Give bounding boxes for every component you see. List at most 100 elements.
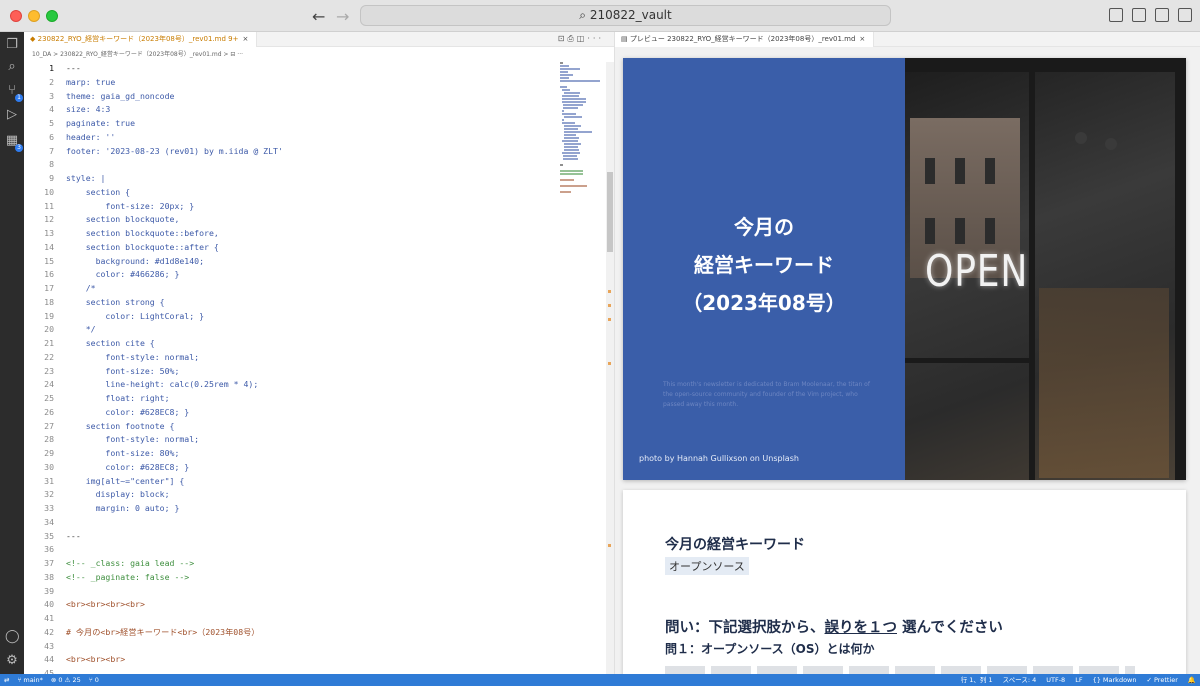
- code-text[interactable]: <!-- _class: gaia lead -->: [66, 557, 194, 571]
- code-line[interactable]: 35 ---: [24, 530, 559, 544]
- code-area[interactable]: 1 --- 2 marp: true 3 theme: gaia_gd_noncode 4 s…: [24, 62, 559, 681]
- back-arrow-icon[interactable]: ←: [312, 7, 325, 26]
- extensions-icon[interactable]: ▦ 3: [5, 134, 23, 152]
- editor-scrollbar[interactable]: [606, 62, 614, 674]
- minimize-window-button[interactable]: [28, 10, 40, 22]
- code-text[interactable]: marp: true: [66, 76, 115, 90]
- code-text[interactable]: color: #628EC8; }: [66, 461, 189, 475]
- code-text[interactable]: footer: '2023-08-23 (rev01) by m.iida @ …: [66, 145, 283, 159]
- code-line[interactable]: 1 ---: [24, 62, 559, 76]
- code-text[interactable]: font-style: normal;: [66, 433, 199, 447]
- run-debug-icon[interactable]: ▷: [5, 108, 19, 122]
- close-preview-tab-icon[interactable]: ×: [859, 35, 865, 43]
- code-line[interactable]: 14 section blockquote::after {: [24, 241, 559, 255]
- code-text[interactable]: <br><br><br><br>: [66, 598, 145, 612]
- code-line[interactable]: 34: [24, 516, 559, 530]
- search-icon[interactable]: ⌕: [5, 60, 19, 74]
- code-line[interactable]: 16 color: #466286; }: [24, 268, 559, 282]
- code-line[interactable]: 21 section cite {: [24, 337, 559, 351]
- language-mode[interactable]: {} Markdown: [1093, 674, 1137, 686]
- code-line[interactable]: 44 <br><br><br>: [24, 653, 559, 667]
- end-of-line[interactable]: LF: [1075, 674, 1082, 686]
- code-line[interactable]: 15 background: #d1d8e140;: [24, 255, 559, 269]
- source-control-icon[interactable]: ⑂ 1: [5, 84, 23, 102]
- code-line[interactable]: 30 color: #628EC8; }: [24, 461, 559, 475]
- settings-gear-icon[interactable]: ⚙: [5, 654, 19, 668]
- minimap[interactable]: [560, 62, 606, 202]
- code-line[interactable]: 26 color: #628EC8; }: [24, 406, 559, 420]
- code-line[interactable]: 8: [24, 158, 559, 172]
- code-text[interactable]: font-style: normal;: [66, 351, 199, 365]
- toggle-panel-icon[interactable]: [1132, 8, 1146, 22]
- code-line[interactable]: 17 /*: [24, 282, 559, 296]
- code-line[interactable]: 24 line-height: calc(0.25rem * 4);: [24, 378, 559, 392]
- toggle-primary-sidebar-icon[interactable]: [1109, 8, 1123, 22]
- code-text[interactable]: color: LightCoral; }: [66, 310, 204, 324]
- code-text[interactable]: font-size: 20px; }: [66, 200, 194, 214]
- code-text[interactable]: background: #d1d8e140;: [66, 255, 204, 269]
- code-text[interactable]: ---: [66, 530, 81, 544]
- editor-tab-markdown[interactable]: ◆ 230822_RYO_経営キーワード（2023年08号）_rev01.md …: [24, 32, 258, 47]
- code-line[interactable]: 27 section footnote {: [24, 420, 559, 434]
- code-line[interactable]: 2 marp: true: [24, 76, 559, 90]
- code-line[interactable]: 7 footer: '2023-08-23 (rev01) by m.iida @…: [24, 145, 559, 159]
- code-text[interactable]: */: [66, 323, 96, 337]
- account-icon[interactable]: ◯: [5, 630, 20, 644]
- forward-arrow-icon[interactable]: →: [336, 7, 349, 26]
- code-line[interactable]: 10 section {: [24, 186, 559, 200]
- code-line[interactable]: 41: [24, 612, 559, 626]
- code-line[interactable]: 29 font-size: 80%;: [24, 447, 559, 461]
- code-text[interactable]: font-size: 80%;: [66, 447, 179, 461]
- code-line[interactable]: 20 */: [24, 323, 559, 337]
- code-text[interactable]: color: #466286; }: [66, 268, 180, 282]
- code-line[interactable]: 6 header: '': [24, 131, 559, 145]
- code-line[interactable]: 3 theme: gaia_gd_noncode: [24, 90, 559, 104]
- code-line[interactable]: 22 font-style: normal;: [24, 351, 559, 365]
- code-text[interactable]: paginate: true: [66, 117, 135, 131]
- code-text[interactable]: section footnote {: [66, 420, 175, 434]
- git-branch[interactable]: ⑂ main*: [17, 674, 42, 686]
- code-text[interactable]: font-size: 50%;: [66, 365, 179, 379]
- code-line[interactable]: 19 color: LightCoral; }: [24, 310, 559, 324]
- code-text[interactable]: /*: [66, 282, 96, 296]
- code-line[interactable]: 18 section strong {: [24, 296, 559, 310]
- close-tab-icon[interactable]: ×: [242, 35, 248, 43]
- code-text[interactable]: <br><br><br>: [66, 653, 125, 667]
- code-line[interactable]: 12 section blockquote,: [24, 213, 559, 227]
- breadcrumb[interactable]: 10_DA > 230822_RYO_経営キーワード（2023年08号）_rev…: [32, 49, 243, 58]
- code-text[interactable]: ---: [66, 62, 81, 76]
- problems-indicator[interactable]: ⊗ 0 ⚠ 25: [51, 674, 81, 686]
- code-text[interactable]: section cite {: [66, 337, 155, 351]
- code-text[interactable]: theme: gaia_gd_noncode: [66, 90, 174, 104]
- code-text[interactable]: display: block;: [66, 488, 170, 502]
- print-icon[interactable]: ⎙: [567, 34, 576, 43]
- code-line[interactable]: 4 size: 4:3: [24, 103, 559, 117]
- code-line[interactable]: 32 display: block;: [24, 488, 559, 502]
- code-text[interactable]: section blockquote,: [66, 213, 180, 227]
- code-line[interactable]: 43: [24, 640, 559, 654]
- code-line[interactable]: 38 <!-- _paginate: false -->: [24, 571, 559, 585]
- cursor-position[interactable]: 行 1、列 1: [961, 674, 993, 686]
- indentation[interactable]: スペース: 4: [1003, 674, 1037, 686]
- code-line[interactable]: 9 style: |: [24, 172, 559, 186]
- code-line[interactable]: 42 # 今月の<br>経営キーワード<br>（2023年08号）: [24, 626, 559, 640]
- code-text[interactable]: # 今月の<br>経営キーワード<br>（2023年08号）: [66, 626, 260, 640]
- code-text[interactable]: header: '': [66, 131, 115, 145]
- code-text[interactable]: style: |: [66, 172, 105, 186]
- code-text[interactable]: section strong {: [66, 296, 165, 310]
- encoding[interactable]: UTF-8: [1046, 674, 1065, 686]
- scrollbar-thumb[interactable]: [607, 172, 613, 252]
- code-text[interactable]: img[alt~="center"] {: [66, 475, 185, 489]
- code-text[interactable]: section blockquote::after {: [66, 241, 219, 255]
- code-line[interactable]: 36: [24, 543, 559, 557]
- code-line[interactable]: 25 float: right;: [24, 392, 559, 406]
- code-text[interactable]: size: 4:3: [66, 103, 110, 117]
- zoom-window-button[interactable]: [46, 10, 58, 22]
- code-line[interactable]: 13 section blockquote::before,: [24, 227, 559, 241]
- more-actions-icon[interactable]: ···: [587, 34, 604, 43]
- notifications-bell-icon[interactable]: 🔔: [1188, 674, 1196, 686]
- split-editor-icon[interactable]: ◫: [577, 34, 588, 43]
- code-text[interactable]: margin: 0 auto; }: [66, 502, 180, 516]
- code-line[interactable]: 31 img[alt~="center"] {: [24, 475, 559, 489]
- code-text[interactable]: line-height: calc(0.25rem * 4);: [66, 378, 258, 392]
